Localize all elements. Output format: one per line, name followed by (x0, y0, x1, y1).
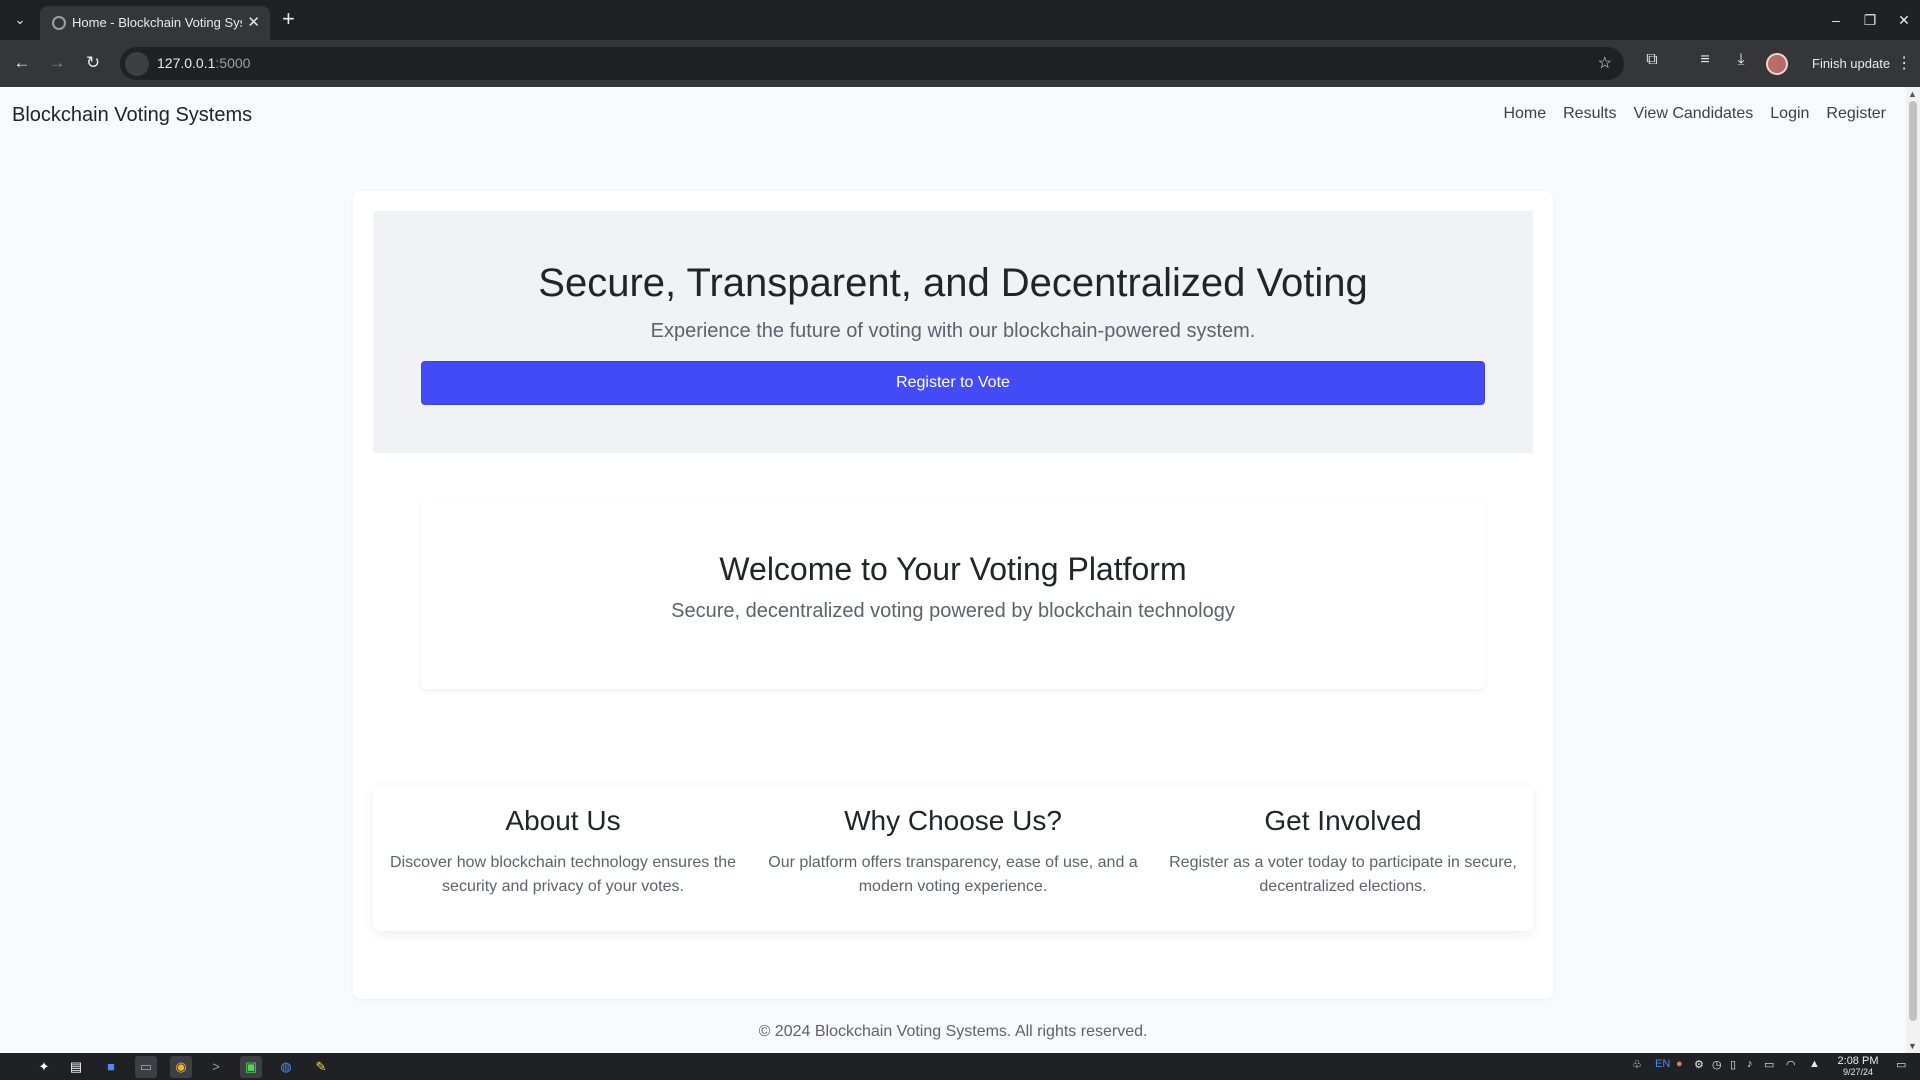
hero-subtitle: Experience the future of voting with our… (650, 320, 1256, 342)
site-info-icon[interactable] (125, 52, 149, 76)
browser-tab-active[interactable]: Home - Blockchain Voting Systems ✕ (40, 6, 270, 40)
bookmark-star-icon[interactable]: ☆ (1598, 53, 1612, 73)
nav-link-home[interactable]: Home (1503, 105, 1546, 123)
clock-time: 2:08 PM (1837, 1055, 1879, 1067)
window-controls: – ❐ ✕ (1818, 0, 1920, 40)
store-icon[interactable]: ■ (100, 1056, 122, 1078)
media-play-icon[interactable]: ◷ (1712, 1058, 1722, 1071)
file-manager-icon[interactable]: ▭ (135, 1056, 157, 1078)
feature-title: Why Choose Us? (844, 805, 1062, 836)
globe-icon (52, 16, 66, 30)
page-viewport: Blockchain Voting Systems Home Results V… (0, 87, 1906, 1053)
show-desktop-icon[interactable]: ▭ (1896, 1058, 1906, 1071)
os-taskbar: ✦ ▤ ■ ▭ ◉ > ▣ ◍ ✎ ♧ EN ● ⚙ ◷ ▯ ♪ ▭ ◠ ▲ 2… (0, 1053, 1920, 1080)
tab-title: Home - Blockchain Voting Systems (72, 15, 242, 30)
volume-icon[interactable]: ♪ (1747, 1058, 1753, 1070)
welcome-card: Welcome to Your Voting Platform Secure, … (421, 499, 1485, 689)
close-window-icon[interactable]: ✕ (1888, 0, 1920, 40)
feature-title: Get Involved (1264, 805, 1422, 836)
main-content-card: Secure, Transparent, and Decentralized V… (353, 191, 1553, 999)
chrome-icon[interactable]: ◉ (170, 1056, 192, 1078)
site-brand[interactable]: Blockchain Voting Systems (12, 104, 252, 127)
media-queue-icon[interactable]: ≡ (1693, 51, 1717, 69)
settings-gear-icon[interactable]: ⚙ (1694, 1058, 1704, 1071)
feature-text: Discover how blockchain technology ensur… (390, 854, 736, 895)
address-bar[interactable]: 127.0.0.1:5000 ☆ (120, 47, 1624, 80)
terminal-icon[interactable]: > (205, 1056, 227, 1078)
nav-link-login[interactable]: Login (1770, 105, 1809, 123)
notification-bell-icon[interactable]: ♧ (1632, 1058, 1642, 1071)
feature-get-involved: Get Involved Register as a voter today t… (1153, 805, 1533, 899)
nav-link-results[interactable]: Results (1563, 105, 1616, 123)
welcome-title: Welcome to Your Voting Platform (719, 551, 1187, 587)
site-footer: © 2024 Blockchain Voting Systems. All ri… (758, 1023, 1148, 1040)
forward-arrow-icon[interactable]: → (44, 50, 70, 76)
site-nav: Home Results View Candidates Login Regis… (1503, 105, 1886, 123)
battery-icon[interactable]: ▭ (1764, 1058, 1774, 1071)
minimize-icon[interactable]: – (1820, 0, 1852, 40)
app-tray-icon[interactable]: ● (1676, 1058, 1683, 1070)
nav-link-view-candidates[interactable]: View Candidates (1633, 105, 1753, 123)
url-port: :5000 (215, 55, 251, 71)
clock-date: 9/27/24 (1842, 1067, 1874, 1077)
back-arrow-icon[interactable]: ← (9, 50, 35, 76)
kebab-menu-icon: ⋮ (1896, 55, 1913, 72)
url-text: 127.0.0.1:5000 (157, 55, 250, 71)
feature-title: About Us (505, 805, 621, 836)
browser-toolbar: ← → ↻ 127.0.0.1:5000 ☆ ⧉ ≡ ⤓ Finish upda… (0, 40, 1920, 87)
keyboard-layout[interactable]: EN (1655, 1058, 1670, 1070)
url-host: 127.0.0.1 (157, 55, 216, 71)
launcher-icon[interactable]: ✦ (33, 1056, 55, 1078)
hero-title: Secure, Transparent, and Decentralized V… (538, 261, 1368, 305)
task-manager-icon[interactable]: ▤ (65, 1056, 87, 1078)
code-editor-icon[interactable]: ▣ (240, 1056, 262, 1078)
finish-update-label: Finish update (1812, 56, 1891, 71)
scroll-down-arrow-icon[interactable]: ▼ (1908, 1041, 1917, 1051)
restore-icon[interactable]: ❐ (1854, 0, 1886, 40)
feature-about-us: About Us Discover how blockchain technol… (373, 805, 753, 899)
wifi-icon[interactable]: ◠ (1786, 1058, 1796, 1071)
hero-section: Secure, Transparent, and Decentralized V… (373, 211, 1533, 453)
nav-link-register[interactable]: Register (1826, 105, 1886, 123)
close-tab-icon[interactable]: ✕ (247, 13, 260, 31)
welcome-subtitle: Secure, decentralized voting powered by … (671, 600, 1235, 622)
download-icon[interactable]: ⤓ (1729, 51, 1753, 69)
page-scrollbar[interactable]: ▲ ▼ (1906, 87, 1920, 1053)
scroll-up-arrow-icon[interactable]: ▲ (1908, 89, 1917, 99)
reload-icon[interactable]: ↻ (80, 50, 106, 76)
profile-avatar[interactable] (1766, 53, 1788, 75)
features-section: About Us Discover how blockchain technol… (373, 785, 1533, 931)
clipboard-icon[interactable]: ▯ (1730, 1058, 1736, 1071)
new-tab-plus-icon[interactable]: + (282, 6, 295, 32)
browser-tab-bar: ⌄ Home - Blockchain Voting Systems ✕ + –… (0, 0, 1920, 40)
notes-icon[interactable]: ✎ (310, 1056, 332, 1078)
feature-text: Register as a voter today to participate… (1169, 854, 1517, 895)
tab-search-chevron-icon[interactable]: ⌄ (8, 8, 32, 32)
tray-expand-icon[interactable]: ▲ (1809, 1058, 1820, 1070)
register-to-vote-button[interactable]: Register to Vote (421, 361, 1485, 405)
scroll-thumb[interactable] (1909, 101, 1917, 1021)
feature-text: Our platform offers transparency, ease o… (768, 854, 1138, 895)
browser-globe-icon[interactable]: ◍ (275, 1056, 297, 1078)
extensions-puzzle-icon[interactable]: ⧉ (1640, 51, 1664, 69)
feature-why-choose-us: Why Choose Us? Our platform offers trans… (763, 805, 1143, 899)
system-clock[interactable]: 2:08 PM 9/27/24 (1826, 1055, 1890, 1078)
finish-update-button[interactable]: Finish update ⋮ (1804, 49, 1916, 79)
